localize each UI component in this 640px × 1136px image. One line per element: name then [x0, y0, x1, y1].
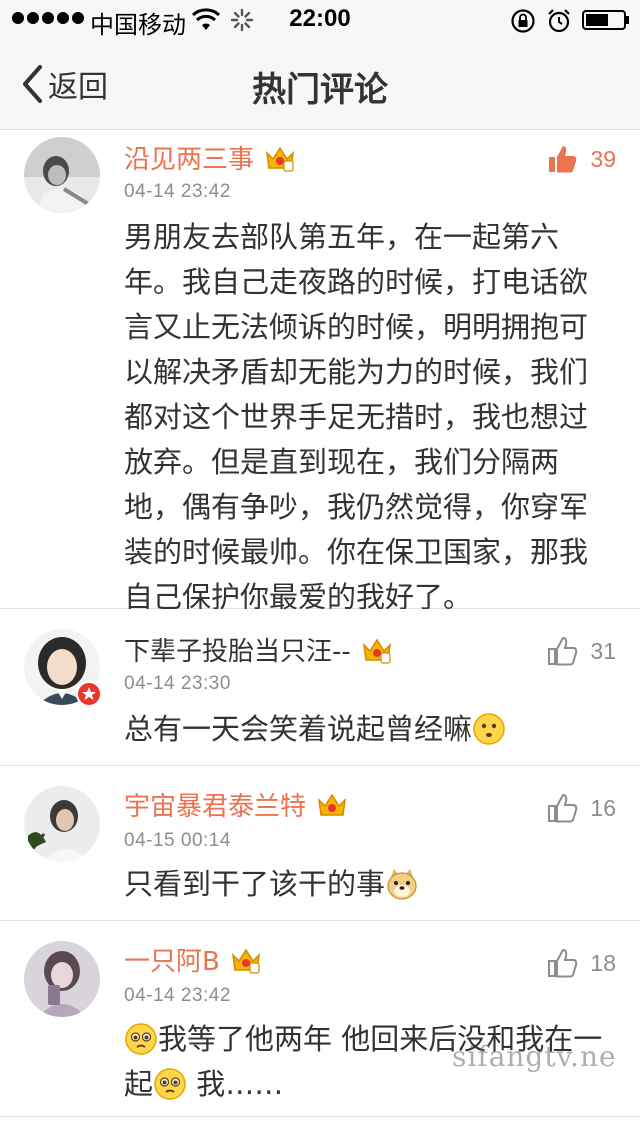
- like-count: 16: [590, 794, 616, 821]
- pleading-face-emoji-icon: [125, 1023, 157, 1055]
- like-button[interactable]: 39: [546, 143, 616, 175]
- comment-timestamp: 04-15 00:14: [124, 830, 231, 851]
- like-count: 31: [590, 637, 616, 664]
- avatar[interactable]: [24, 786, 100, 862]
- like-button[interactable]: 16: [546, 792, 616, 824]
- crown-icon: [265, 146, 295, 172]
- page-title: 热门评论: [252, 70, 388, 110]
- comment-timestamp: 04-14 23:30: [124, 673, 231, 694]
- like-count: 18: [590, 949, 616, 976]
- comment-item: 沿见两三事 39 04-14 23:42 男朋友去部队第五年，在一起第六年。我自…: [0, 131, 640, 614]
- doge-emoji-icon: [387, 869, 417, 900]
- neutral-face-emoji-icon: [473, 713, 505, 745]
- thumbs-up-icon: [548, 948, 578, 978]
- battery-icon: [582, 10, 629, 30]
- username[interactable]: 沿见两三事: [124, 139, 254, 176]
- comment-body: 总有一天会笑着说起曾经嘛: [124, 707, 614, 752]
- comment-text-tail: 我……: [187, 1067, 284, 1101]
- watermark: sifangtv.ne: [452, 1040, 617, 1073]
- comment-text: 只看到干了该干的事: [124, 867, 386, 901]
- like-button[interactable]: 31: [546, 635, 616, 667]
- comment-header: 下辈子投胎当只汪--: [124, 631, 393, 668]
- status-time: 22:00: [289, 5, 351, 32]
- navigation-bar: 返回 热门评论: [0, 40, 640, 130]
- status-bar: 中国移动 22:00: [0, 0, 640, 40]
- comment-text: 总有一天会笑着说起曾经嘛: [124, 712, 473, 746]
- comment-timestamp: 04-14 23:42: [124, 985, 231, 1006]
- thumbs-up-icon: [548, 793, 578, 823]
- comment-header: 沿见两三事: [124, 139, 296, 176]
- username[interactable]: 一只阿B: [124, 941, 220, 978]
- pleading-face-emoji-icon: [154, 1068, 186, 1100]
- thumbs-up-icon: [549, 146, 577, 173]
- verified-badge: [76, 681, 102, 707]
- username[interactable]: 宇宙暴君泰兰特: [124, 786, 306, 823]
- username[interactable]: 下辈子投胎当只汪--: [124, 631, 351, 668]
- avatar[interactable]: [24, 137, 100, 213]
- comment-item: 下辈子投胎当只汪-- 31 04-14 23:30 总有一天会笑着说起曾经嘛: [0, 609, 640, 766]
- like-button[interactable]: 18: [546, 947, 616, 979]
- crown-icon: [231, 948, 260, 974]
- comment-text: 男朋友去部队第五年，在一起第六年。我自己走夜路的时候，打电话欲言又止无法倾诉的时…: [124, 220, 589, 614]
- thumbs-up-icon: [548, 636, 578, 666]
- comment-header: 宇宙暴君泰兰特: [124, 786, 348, 823]
- comment-list: 沿见两三事 39 04-14 23:42 男朋友去部队第五年，在一起第六年。我自…: [0, 131, 640, 1117]
- star-badge-icon: [82, 687, 96, 700]
- comment-header: 一只阿B: [124, 941, 262, 978]
- comment-body: 只看到干了该干的事: [124, 862, 614, 907]
- like-count: 39: [590, 145, 616, 172]
- alarm-icon: [548, 9, 570, 33]
- comment-item: 一只阿B 18 04-14 23:42 我等了他两年 他回来后没和我在一起 我……: [0, 921, 640, 1117]
- comment-timestamp: 04-14 23:42: [124, 181, 231, 202]
- comment-item: 宇宙暴君泰兰特 16 04-15 00:14 只看到干了该干的事: [0, 766, 640, 921]
- rotation-lock-icon: [511, 9, 535, 33]
- crown-icon: [362, 638, 391, 664]
- avatar[interactable]: [24, 941, 100, 1017]
- crown-icon: [317, 793, 347, 816]
